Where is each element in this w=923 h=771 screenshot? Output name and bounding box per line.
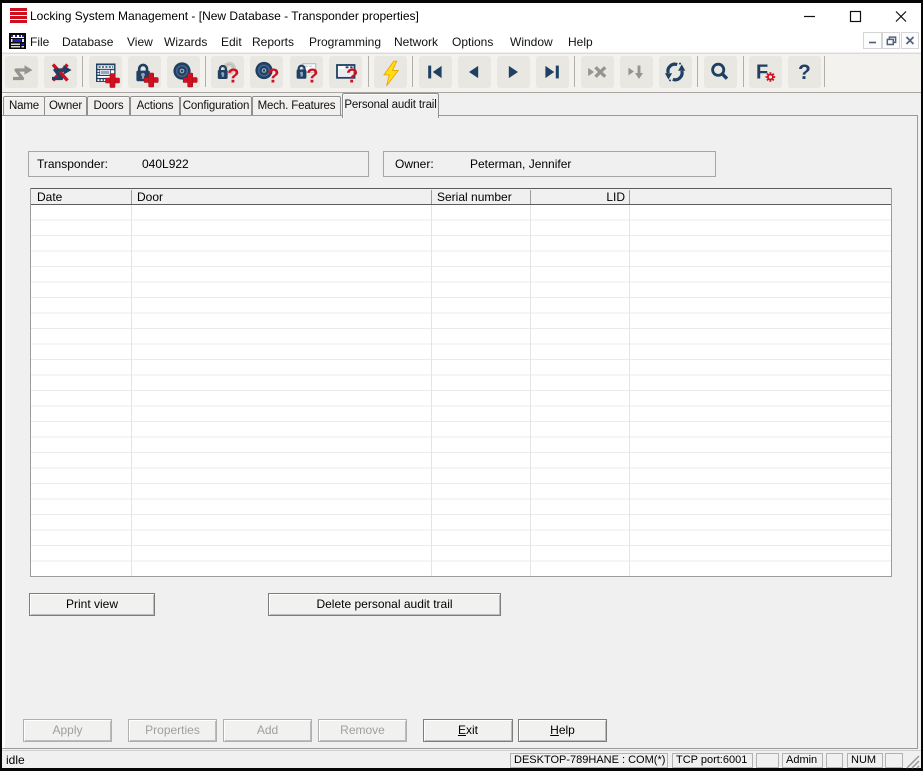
svg-text:?: ? [306, 66, 318, 88]
svg-text:?: ? [798, 61, 811, 84]
svg-text:?: ? [227, 66, 239, 88]
svg-text:F: F [756, 62, 768, 84]
svg-text:?: ? [267, 66, 279, 88]
svg-text:?: ? [346, 66, 358, 88]
